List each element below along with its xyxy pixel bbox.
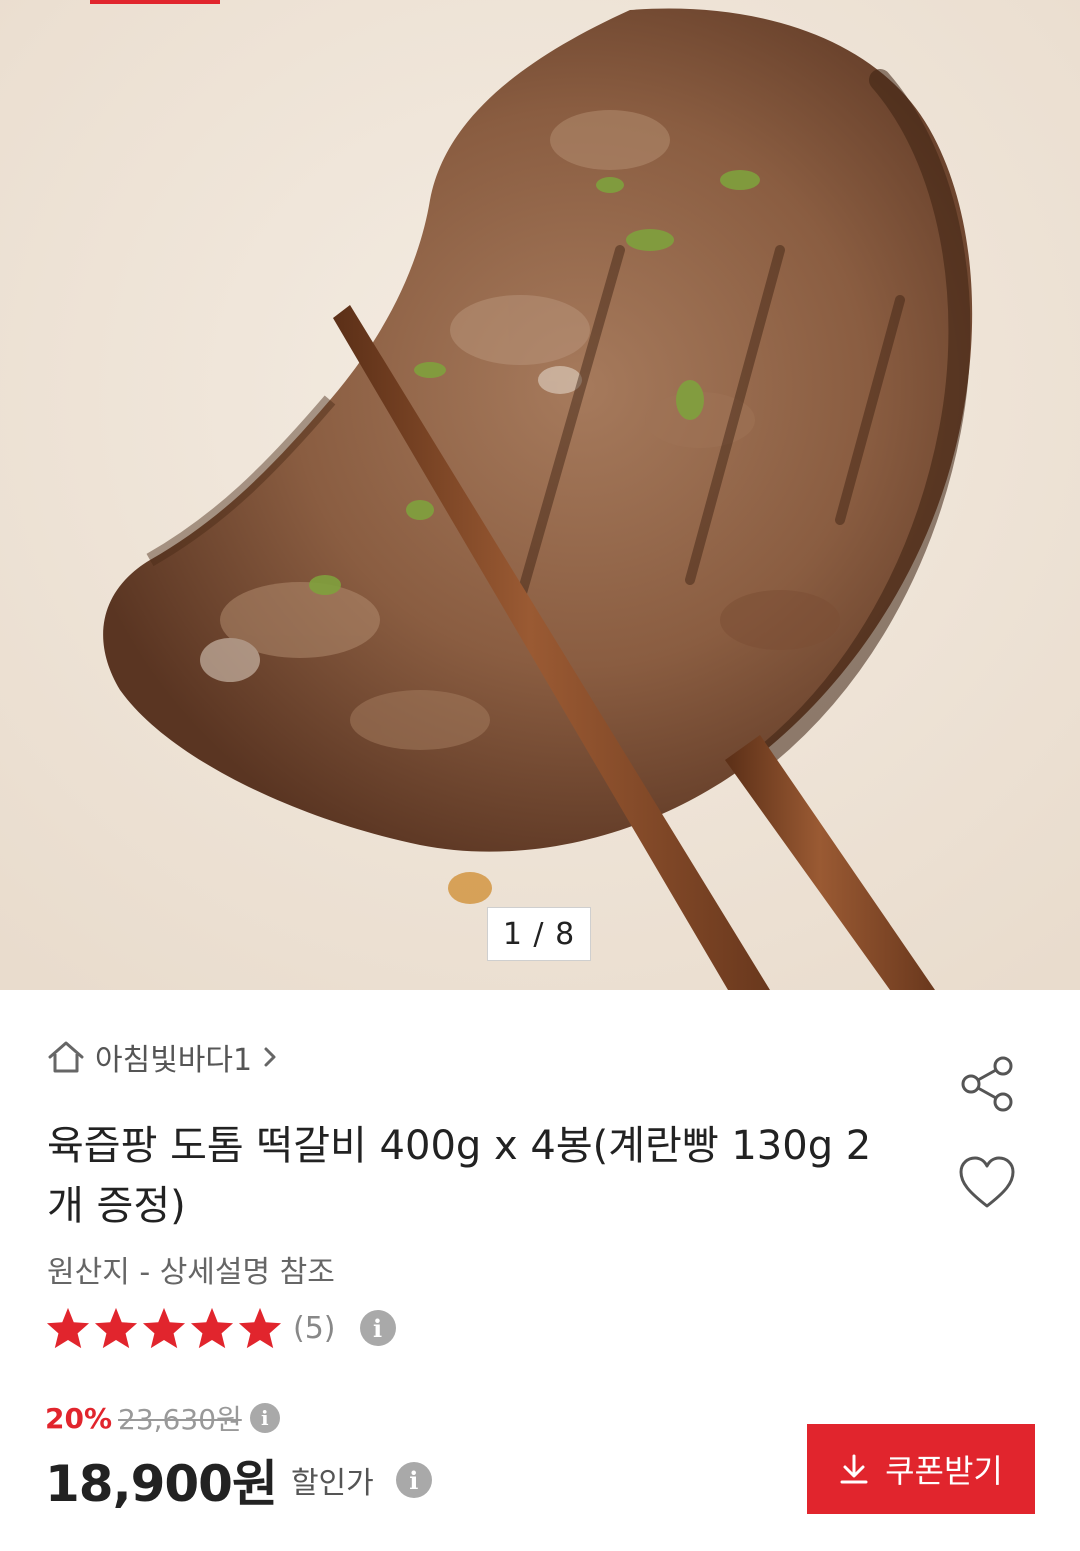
star-rating [45,1306,283,1350]
sale-price: 18,900원 [45,1455,278,1513]
image-counter: 1 / 8 [487,907,591,961]
download-icon [840,1454,868,1484]
coupon-download-button[interactable]: 쿠폰받기 [807,1424,1035,1514]
rating-info-icon[interactable]: i [359,1310,396,1346]
image-counter-text: 1 / 8 [502,916,576,952]
like-button[interactable] [955,1150,1019,1214]
sale-price-info-icon[interactable]: i [395,1462,432,1498]
product-detail-page: 1 / 8 아침빛바다1 육즙팡 도톰 떡갈비 400g x 4봉(계란빵 13… [0,0,1080,1551]
discount-rate: 20% [45,1401,113,1435]
share-icon [961,1056,1013,1112]
product-origin: 원산지 - 상세설명 참조 [47,1255,335,1290]
original-price: 23,630원 [118,1403,242,1436]
product-title: 육즙팡 도톰 떡갈비 400g x 4봉(계란빵 130g 2개 증정) [47,1123,872,1229]
star-icon [94,1307,138,1349]
share-button[interactable] [955,1052,1019,1116]
sale-price-label: 할인가 [290,1466,374,1501]
original-price-info-icon[interactable]: i [249,1403,280,1433]
heart-icon [959,1156,1015,1208]
product-photo [0,0,1080,990]
discount-row: 20% 23,630원 i [45,1398,280,1438]
chevron-right-icon [264,1047,276,1067]
star-icon [238,1307,282,1349]
seller-name: 아침빛바다1 [95,1043,253,1078]
rating-row[interactable]: (5) i [45,1303,396,1353]
coupon-button-label: 쿠폰받기 [885,1452,1003,1490]
star-icon [46,1307,90,1349]
star-icon [142,1307,186,1349]
active-tab-indicator [90,0,220,4]
home-icon [48,1041,84,1073]
seller-link[interactable]: 아침빛바다1 [47,1035,278,1079]
star-icon [190,1307,234,1349]
product-image-gallery[interactable]: 1 / 8 [0,0,1080,990]
sale-price-row: 18,900원 할인가 i [45,1448,432,1513]
review-count[interactable]: (5) [293,1311,336,1346]
